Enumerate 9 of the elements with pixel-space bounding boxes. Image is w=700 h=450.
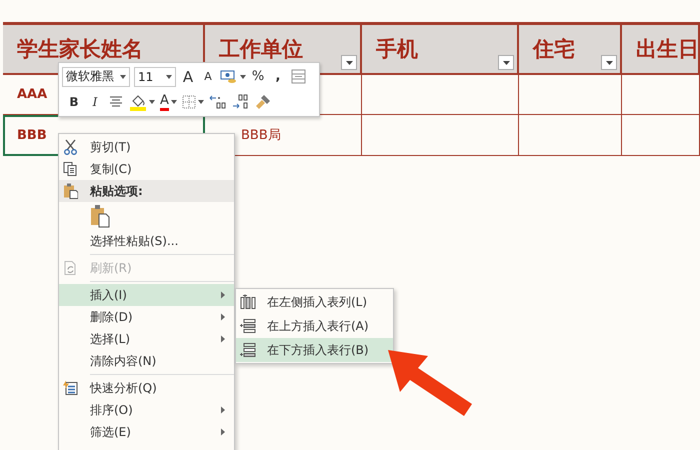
column-header-label: 学生家长姓名 <box>17 36 143 63</box>
column-header-label: 工作单位 <box>219 36 303 63</box>
column-header-label: 手机 <box>376 36 418 63</box>
column-header-label: 出生日 <box>636 36 699 63</box>
cell-text: AAA <box>17 87 48 102</box>
cell-text: BBB <box>17 128 47 142</box>
menu-section-header: 粘贴选项: <box>59 180 234 202</box>
column-header-label: 住宅 <box>533 36 575 63</box>
cell-text: BBB局 <box>241 127 281 144</box>
